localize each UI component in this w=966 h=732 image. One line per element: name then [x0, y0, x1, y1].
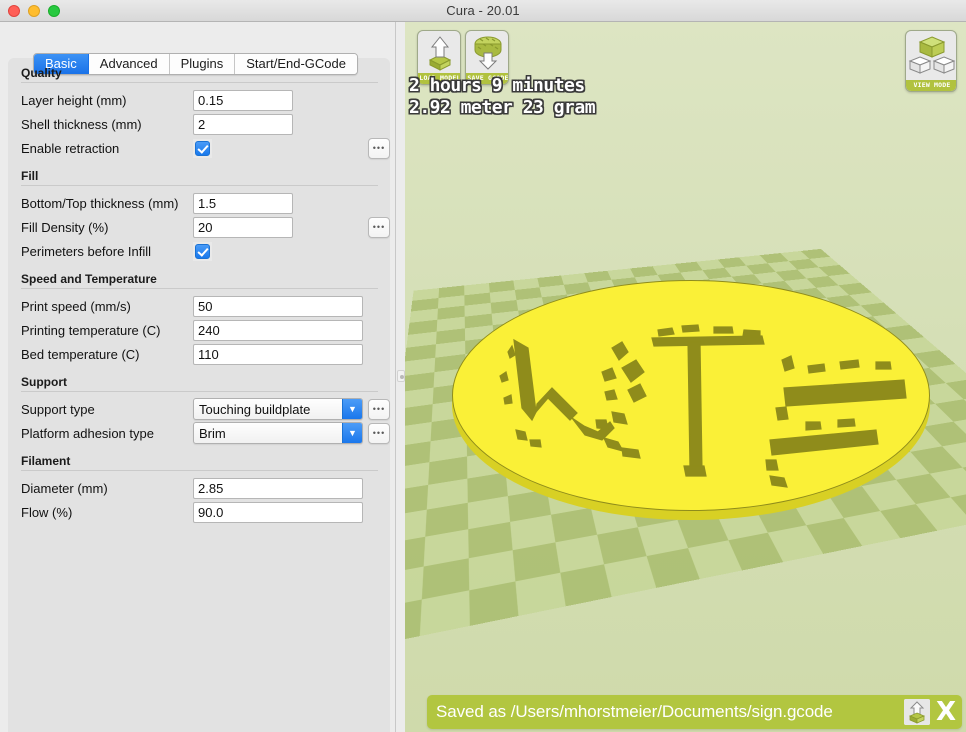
setting-options-button[interactable]: ••• [368, 422, 390, 444]
setting-label: Platform adhesion type [21, 425, 154, 441]
settings-panel: Basic Advanced Plugins Start/End-GCode Qual… [0, 22, 396, 732]
setting-input[interactable] [193, 295, 363, 317]
group-divider [21, 82, 378, 83]
group-divider [21, 288, 378, 289]
group-divider [21, 391, 378, 392]
checkmark-icon [195, 140, 210, 156]
view-mode-button[interactable]: VIEW MODE [905, 30, 957, 92]
setting-label: Diameter (mm) [21, 480, 108, 496]
chevron-down-icon: ▼ [342, 399, 362, 419]
checkmark-icon [195, 243, 210, 259]
dropdown-value: Brim [199, 425, 226, 441]
cube-down-arrow-icon [474, 36, 502, 70]
setting-row: Platform adhesion type Brim ▼ ••• [12, 421, 390, 445]
setting-label: Enable retraction [21, 140, 120, 156]
setting-dropdown[interactable]: Brim ▼ [193, 422, 363, 444]
setting-input[interactable] [193, 113, 293, 135]
settings-form: Quality Layer height (mm) Shell thickness … [12, 66, 390, 533]
setting-dropdown[interactable]: Touching buildplate ▼ [193, 398, 363, 420]
group-title: Filament [21, 454, 71, 468]
setting-input[interactable] [193, 501, 363, 523]
setting-row: Support type Touching buildplate ▼ ••• [12, 397, 390, 421]
group-title: Quality [21, 66, 62, 80]
setting-row: Enable retraction ••• [12, 136, 390, 160]
setting-options-button[interactable]: ••• [368, 137, 390, 159]
setting-label: Shell thickness (mm) [21, 116, 142, 132]
settings-group: Support Support type Touching buildplate ▼ •… [12, 375, 390, 445]
settings-group: Fill Bottom/Top thickness (mm) Fill Densit… [12, 169, 390, 263]
three-cubes-icon [908, 36, 956, 74]
setting-row: Shell thickness (mm) [12, 112, 390, 136]
settings-group: Quality Layer height (mm) Shell thickness … [12, 66, 390, 160]
splitter-grip[interactable] [397, 370, 405, 382]
setting-row: Flow (%) [12, 500, 390, 524]
print-estimate: 2 hours 9 minutes 2.92 meter 23 gram [409, 75, 596, 119]
setting-options-button[interactable]: ••• [368, 398, 390, 420]
setting-options-button[interactable]: ••• [368, 216, 390, 238]
settings-group: Speed and Temperature Print speed (mm/s) P… [12, 272, 390, 366]
group-divider [21, 185, 378, 186]
group-divider [21, 470, 378, 471]
setting-label: Flow (%) [21, 504, 73, 520]
setting-row: Print speed (mm/s) [12, 294, 390, 318]
saved-notification-message: Saved as /Users/mhorstmeier/Documents/si… [436, 702, 833, 721]
estimate-material: 2.92 meter 23 gram [409, 97, 596, 118]
chevron-down-icon: ▼ [342, 423, 362, 443]
model-embossed-lettering [452, 280, 930, 511]
setting-label: Print speed (mm/s) [21, 298, 131, 314]
setting-label: Fill Density (%) [21, 219, 109, 235]
setting-row: Perimeters before Infill [12, 239, 390, 263]
setting-input[interactable] [193, 216, 293, 238]
group-title: Speed and Temperature [21, 272, 157, 286]
setting-input[interactable] [193, 89, 293, 111]
panel-splitter[interactable] [396, 22, 405, 732]
model-oval-sign[interactable] [452, 280, 930, 520]
group-title: Fill [21, 169, 39, 183]
setting-row: Bottom/Top thickness (mm) [12, 191, 390, 215]
setting-label: Bed temperature (C) [21, 346, 140, 362]
save-to-sd-button[interactable] [904, 699, 930, 725]
estimate-time: 2 hours 9 minutes [409, 75, 585, 96]
setting-label: Perimeters before Infill [21, 243, 152, 259]
setting-input[interactable] [193, 477, 363, 499]
setting-row: Printing temperature (C) [12, 318, 390, 342]
3d-viewport[interactable]: LOAD MODEL SAVE GCODE VIEW MODE 2 hours … [405, 22, 966, 732]
setting-row: Bed temperature (C) [12, 342, 390, 366]
saved-notification: Saved as /Users/mhorstmeier/Documents/si… [427, 695, 962, 729]
window-title: Cura - 20.01 [446, 3, 520, 18]
dropdown-value: Touching buildplate [199, 401, 311, 417]
settings-group: Filament Diameter (mm) Flow (%) [12, 454, 390, 524]
group-title: Support [21, 375, 67, 389]
sd-card-icon [904, 699, 930, 725]
cura-application-window: Cura - 20.01 Basic Advanced Plugins Start/E… [0, 0, 966, 732]
cube-up-arrow-icon [428, 36, 452, 71]
setting-input[interactable] [193, 192, 293, 214]
setting-checkbox[interactable] [193, 138, 212, 158]
setting-label: Printing temperature (C) [21, 322, 161, 338]
title-bar: Cura - 20.01 [0, 0, 966, 22]
setting-checkbox[interactable] [193, 241, 212, 261]
view-mode-caption: VIEW MODE [906, 80, 956, 91]
setting-row: Layer height (mm) [12, 88, 390, 112]
close-notification-button[interactable]: X [934, 699, 958, 725]
setting-label: Support type [21, 401, 95, 417]
setting-label: Bottom/Top thickness (mm) [21, 195, 179, 211]
setting-row: Fill Density (%) ••• [12, 215, 390, 239]
setting-input[interactable] [193, 343, 363, 365]
setting-input[interactable] [193, 319, 363, 341]
setting-label: Layer height (mm) [21, 92, 127, 108]
setting-row: Diameter (mm) [12, 476, 390, 500]
